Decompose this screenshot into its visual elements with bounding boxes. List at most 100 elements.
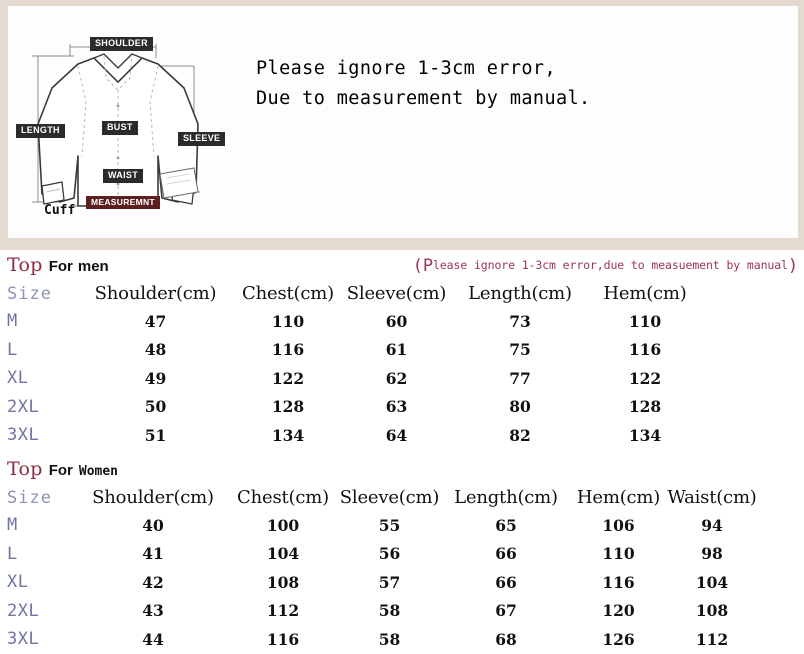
diagram-label-length: LENGTH bbox=[16, 124, 65, 138]
women-title-for: For bbox=[48, 462, 73, 479]
cell-shoulder: 41 bbox=[142, 544, 164, 564]
diagram-label-shoulder: SHOULDER bbox=[90, 37, 153, 51]
cell-chest: 108 bbox=[266, 572, 300, 592]
cell-waist: 98 bbox=[701, 544, 723, 564]
women-size-section: Top For Women Size Shoulder(cm) Chest(cm) … bbox=[0, 458, 804, 654]
diagram-label-bust: BUST bbox=[102, 121, 138, 135]
cell-size: 3XL bbox=[7, 629, 40, 650]
diagram-inner-white-area: SHOULDER LENGTH SLEEVE BUST WAIST MEASUR… bbox=[8, 6, 798, 238]
cell-shoulder: 43 bbox=[142, 601, 164, 621]
cell-length: 66 bbox=[495, 544, 517, 564]
shirt-measurement-figure: SHOULDER LENGTH SLEEVE BUST WAIST MEASUR… bbox=[8, 6, 230, 238]
size-chart-diagram-panel: SHOULDER LENGTH SLEEVE BUST WAIST MEASUR… bbox=[0, 0, 804, 250]
cell-spacer bbox=[758, 568, 804, 597]
cell-waist: 104 bbox=[695, 572, 729, 592]
cell-length: 67 bbox=[495, 601, 517, 621]
measurement-disclaimer-note: Please ignore 1-3cm error, Due to measur… bbox=[256, 54, 591, 114]
cell-sleeve: 56 bbox=[378, 544, 401, 564]
women-col-length: Length(cm) bbox=[454, 487, 558, 508]
cell-length: 66 bbox=[495, 572, 517, 592]
men-section-title: Top For men (Please ignore 1-3cm error,due… bbox=[0, 254, 804, 280]
men-title-for: For bbox=[48, 258, 73, 275]
cell-sleeve: 55 bbox=[378, 515, 401, 535]
cell-hem: 116 bbox=[602, 572, 635, 592]
cell-chest: 128 bbox=[271, 397, 305, 417]
table-row: L 41 104 56 66 110 98 bbox=[0, 540, 804, 569]
men-table-header-row: Size Shoulder(cm) Chest(cm) Sleeve(cm) L… bbox=[0, 280, 804, 307]
men-col-hem: Hem(cm) bbox=[603, 283, 687, 304]
cell-length: 82 bbox=[509, 425, 531, 445]
cell-sleeve: 58 bbox=[378, 601, 401, 621]
cell-hem: 116 bbox=[628, 340, 662, 360]
cell-spacer bbox=[700, 336, 804, 365]
men-col-length: Length(cm) bbox=[468, 283, 572, 304]
table-row: 3XL 51 134 64 82 134 bbox=[0, 421, 804, 450]
table-row: M 47 110 60 73 110 bbox=[0, 307, 804, 336]
cell-size: XL bbox=[7, 368, 29, 389]
men-col-shoulder: Shoulder(cm) bbox=[94, 283, 217, 304]
cell-size: L bbox=[7, 543, 18, 564]
cell-size: M bbox=[7, 515, 18, 536]
cell-shoulder: 47 bbox=[144, 311, 167, 331]
cell-chest: 100 bbox=[266, 515, 300, 535]
cell-length: 73 bbox=[509, 311, 531, 331]
women-title-who: Women bbox=[78, 464, 119, 479]
women-table-header-row: Size Shoulder(cm) Chest(cm) Sleeve(cm) L… bbox=[0, 484, 804, 511]
cell-hem: 134 bbox=[628, 425, 662, 445]
cell-spacer bbox=[700, 393, 804, 422]
women-col-shoulder: Shoulder(cm) bbox=[92, 487, 214, 508]
men-title-who: men bbox=[77, 258, 109, 275]
women-col-spacer bbox=[758, 484, 804, 511]
cell-chest: 116 bbox=[271, 340, 305, 360]
cell-length: 80 bbox=[509, 397, 531, 417]
cell-sleeve: 62 bbox=[385, 368, 408, 388]
cell-shoulder: 50 bbox=[144, 397, 167, 417]
cell-spacer bbox=[758, 511, 804, 540]
men-note-text: lease ignore 1-3cm error,due to measueme… bbox=[433, 258, 788, 272]
cell-shoulder: 49 bbox=[144, 368, 167, 388]
cell-shoulder: 44 bbox=[142, 629, 164, 649]
cell-shoulder: 51 bbox=[144, 425, 167, 445]
cell-chest: 112 bbox=[266, 601, 300, 621]
women-col-size: Size bbox=[7, 487, 52, 508]
disclaimer-line-1: Please ignore 1-3cm error, bbox=[256, 58, 556, 79]
cell-sleeve: 64 bbox=[385, 425, 408, 445]
cell-size: 3XL bbox=[7, 425, 40, 446]
cell-spacer bbox=[758, 625, 804, 654]
cell-waist: 112 bbox=[695, 629, 729, 649]
cell-sleeve: 58 bbox=[378, 629, 401, 649]
cell-hem: 126 bbox=[602, 629, 635, 649]
cell-sleeve: 63 bbox=[385, 397, 408, 417]
diagram-label-sleeve: SLEEVE bbox=[178, 132, 226, 146]
men-note-p: P bbox=[422, 256, 434, 276]
diagram-label-cuff: Cuff bbox=[44, 203, 76, 218]
cell-chest: 122 bbox=[271, 368, 305, 388]
men-size-table: Size Shoulder(cm) Chest(cm) Sleeve(cm) L… bbox=[0, 280, 804, 450]
cell-chest: 116 bbox=[266, 629, 300, 649]
cell-shoulder: 48 bbox=[144, 340, 167, 360]
table-row: XL 42 108 57 66 116 104 bbox=[0, 568, 804, 597]
cell-length: 65 bbox=[495, 515, 517, 535]
cell-hem: 110 bbox=[602, 544, 635, 564]
table-row: L 48 116 61 75 116 bbox=[0, 336, 804, 365]
cell-hem: 110 bbox=[628, 311, 662, 331]
cell-spacer bbox=[700, 307, 804, 336]
cell-length: 75 bbox=[509, 340, 531, 360]
cell-hem: 122 bbox=[628, 368, 662, 388]
cell-size: XL bbox=[7, 572, 29, 593]
size-tables-region: Top For men (Please ignore 1-3cm error,due… bbox=[0, 250, 804, 649]
cell-size: M bbox=[7, 311, 18, 332]
cell-size: L bbox=[7, 339, 18, 360]
women-col-waist: Waist(cm) bbox=[667, 487, 757, 508]
men-size-section: Top For men (Please ignore 1-3cm error,due… bbox=[0, 254, 804, 450]
women-col-hem: Hem(cm) bbox=[576, 487, 661, 508]
cell-spacer bbox=[700, 421, 804, 450]
men-note-close-paren: ) bbox=[787, 256, 798, 276]
cell-spacer bbox=[758, 540, 804, 569]
cell-hem: 128 bbox=[628, 397, 662, 417]
cell-waist: 108 bbox=[695, 601, 729, 621]
cell-waist: 94 bbox=[701, 515, 723, 535]
cell-length: 77 bbox=[509, 368, 531, 388]
cell-hem: 106 bbox=[602, 515, 635, 535]
disclaimer-line-2: Due to measurement by manual. bbox=[256, 87, 591, 109]
